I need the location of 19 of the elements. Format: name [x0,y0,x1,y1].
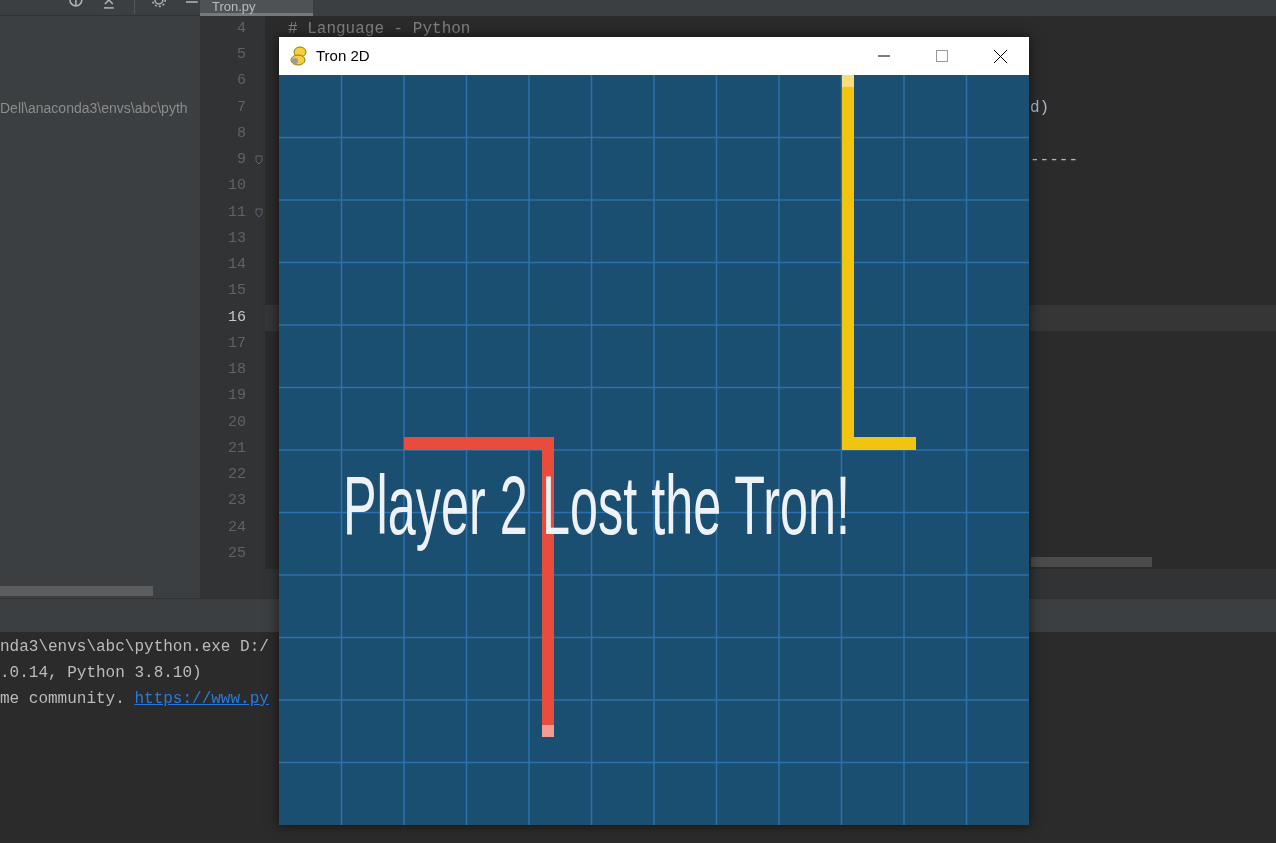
fold-icon[interactable] [255,155,263,166]
console-text: me community. [0,689,126,710]
minimize-icon [878,55,890,57]
close-icon [993,49,1007,63]
console-link[interactable]: https://www.py [134,687,269,711]
interpreter-path: Dell\anaconda3\envs\abc\pyth [0,99,188,118]
code-text: d) [1030,97,1050,119]
code-comment: # Language - Python [288,20,471,39]
horizontal-scrollbar[interactable] [0,586,153,596]
window-title: Tron 2D [316,45,370,66]
code-text: ----- [1030,150,1078,172]
snake-icon [290,46,308,66]
editor-tab[interactable]: Tron.py [200,0,313,16]
fold-icon[interactable] [255,207,263,218]
console-text: .0.14, Python 3.8.10) [0,663,202,684]
maximize-icon [936,50,948,62]
console-text: nda3\envs\abc\python.exe D:/ [0,637,269,658]
line-number: 16 [227,307,247,328]
horizontal-scrollbar[interactable] [1031,557,1152,567]
